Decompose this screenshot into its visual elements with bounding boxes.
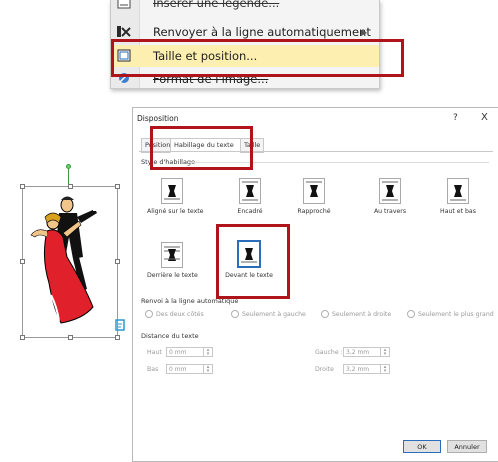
ok-button[interactable]: OK — [403, 440, 441, 453]
bottom-label: Bas — [147, 366, 159, 373]
radio-circle — [145, 310, 153, 318]
highlight-box-text-wrap-tab — [150, 126, 253, 170]
resize-handle-top-right[interactable] — [115, 184, 120, 189]
layout-options-icon[interactable] — [114, 318, 126, 332]
spinner-arrows-icon[interactable]: ▴ ▾ — [203, 348, 212, 357]
resize-handle-right[interactable] — [115, 259, 120, 264]
option-label: Haut et bas — [440, 208, 476, 215]
resize-handle-top[interactable] — [68, 184, 73, 189]
radio-label: Des deux côtés — [156, 310, 204, 318]
wrap-tight-option[interactable]: Rapproché — [289, 178, 339, 215]
tight-thumb-icon — [303, 178, 325, 204]
spinner-value: 0 mm — [169, 366, 187, 373]
radio-label: Seulement le plus grand — [418, 310, 494, 318]
radio-both-sides[interactable]: Des deux côtés — [145, 310, 204, 318]
spinner-value: 3,2 mm — [346, 349, 370, 356]
inline-thumb-icon — [161, 178, 183, 204]
resize-handle-bottom[interactable] — [68, 335, 73, 340]
wrap-inline-option[interactable]: Aligné sur le texte — [147, 178, 204, 215]
text-wrap-icon — [117, 26, 131, 37]
radio-label: Seulement à droite — [332, 310, 392, 318]
menu-item-label: Renvoyer à la ligne automatiquement — [153, 25, 371, 39]
spinner-value: 3,2 mm — [346, 366, 370, 373]
option-label: Aligné sur le texte — [147, 208, 204, 215]
radio-largest-only[interactable]: Seulement le plus grand — [407, 310, 494, 318]
wrap-square-option[interactable]: Encadré — [225, 178, 275, 215]
spinner-value: 0 mm — [169, 349, 187, 356]
top-distance-spinner[interactable]: 0 mm ▴ ▾ — [166, 347, 213, 357]
wrap-top-bottom-option[interactable]: Haut et bas — [433, 178, 483, 215]
dialog-title: Disposition — [137, 114, 179, 123]
highlight-box-size-position — [111, 39, 404, 77]
resize-handle-bottom-right[interactable] — [115, 335, 120, 340]
radio-circle — [231, 310, 239, 318]
dancer-image — [30, 196, 99, 324]
resize-handle-top-left[interactable] — [20, 184, 25, 189]
option-label: Derrière le texte — [147, 272, 198, 279]
bottom-distance-spinner[interactable]: 0 mm ▴ ▾ — [166, 364, 213, 374]
top-bottom-thumb-icon — [447, 178, 469, 204]
selected-image[interactable] — [22, 186, 118, 338]
help-button[interactable]: ? — [453, 113, 458, 123]
top-label: Haut — [147, 349, 162, 356]
right-distance-spinner[interactable]: 3,2 mm ▴ ▾ — [343, 364, 390, 374]
radio-label: Seulement à gauche — [242, 310, 306, 318]
dialog-titlebar: Disposition ? X — [133, 108, 498, 128]
spinner-arrows-icon[interactable]: ▴ ▾ — [380, 348, 389, 357]
highlight-box-in-front-option — [216, 224, 290, 299]
text-wrapping-panel: Style d'habillage Aligné sur le texte En… — [139, 151, 494, 420]
cancel-button[interactable]: Annuler — [447, 440, 487, 453]
right-label: Droite — [315, 366, 334, 373]
square-thumb-icon — [239, 178, 261, 204]
left-label: Gauche : — [315, 349, 343, 356]
menu-item-insert-caption[interactable]: Insérer une légende... — [111, 0, 379, 14]
menu-item-label: Insérer une légende... — [153, 0, 280, 10]
option-label: Au travers — [373, 208, 407, 215]
radio-circle — [321, 310, 329, 318]
radio-right-only[interactable]: Seulement à droite — [321, 310, 391, 318]
radio-left-only[interactable]: Seulement à gauche — [231, 310, 306, 318]
close-button[interactable]: X — [481, 112, 488, 123]
radio-circle — [407, 310, 415, 318]
behind-thumb-icon — [161, 242, 183, 268]
resize-handle-bottom-left[interactable] — [20, 335, 25, 340]
distance-heading: Distance du texte — [141, 332, 199, 340]
wrap-through-option[interactable]: Au travers — [365, 178, 415, 215]
left-distance-spinner[interactable]: 3,2 mm ▴ ▾ — [343, 347, 390, 357]
spinner-arrows-icon[interactable]: ▴ ▾ — [380, 365, 389, 374]
resize-handle-left[interactable] — [20, 259, 25, 264]
option-label: Encadré — [237, 208, 263, 215]
submenu-arrow-icon: ▶ — [361, 27, 368, 37]
spinner-arrows-icon[interactable]: ▴ ▾ — [203, 365, 212, 374]
option-label: Rapproché — [297, 208, 331, 215]
caption-icon — [117, 0, 131, 9]
through-thumb-icon — [379, 178, 401, 204]
wrap-behind-option[interactable]: Derrière le texte — [147, 242, 198, 279]
